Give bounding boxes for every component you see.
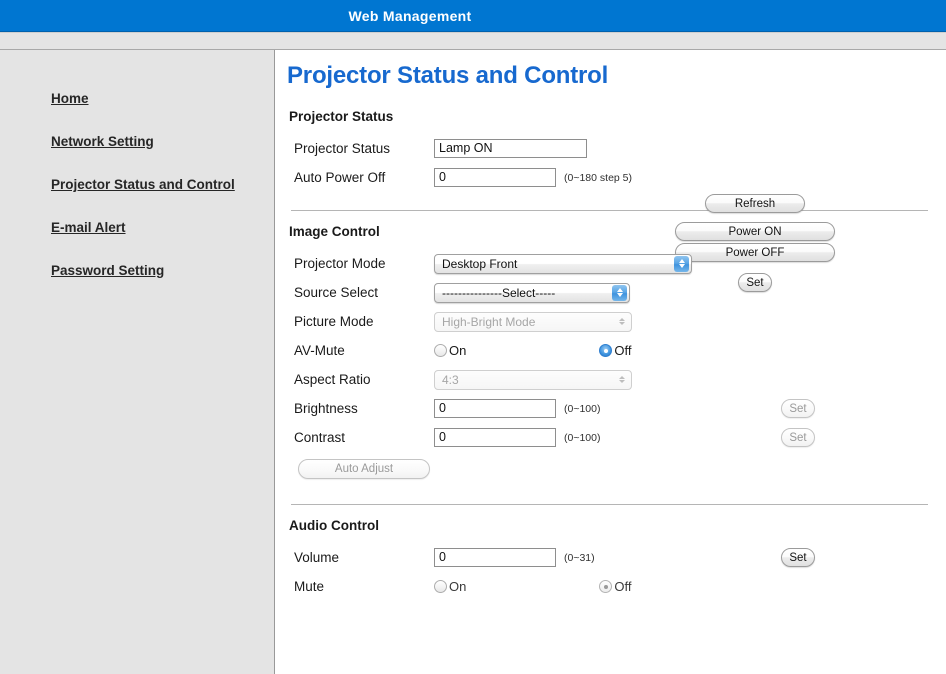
audio-control-section: Audio Control Volume (0~31) Set Mute	[289, 486, 930, 601]
av-mute-radio-on[interactable]: On	[434, 343, 466, 358]
app-title: Web Management	[348, 7, 472, 24]
auto-power-off-label: Auto Power Off	[294, 170, 386, 185]
chevron-updown-icon	[674, 255, 689, 272]
volume-row: Volume (0~31) Set	[289, 543, 930, 572]
projector-status-label: Projector Status	[294, 141, 391, 156]
source-select-row: Source Select ---------------Select-----	[289, 278, 930, 307]
projector-status-row: Projector Status	[289, 134, 930, 163]
chevron-updown-icon	[614, 372, 629, 388]
volume-label: Volume	[294, 550, 340, 565]
brightness-label: Brightness	[294, 401, 358, 416]
source-select-value: ---------------Select-----	[442, 285, 556, 300]
av-mute-on-label: On	[449, 343, 467, 358]
header-spacer-bar	[0, 32, 946, 50]
contrast-hint: (0~100)	[564, 431, 601, 444]
mute-radio-on[interactable]: On	[434, 579, 466, 594]
brightness-input[interactable]	[434, 399, 556, 418]
page-title: Projector Status and Control	[287, 62, 609, 89]
contrast-row: Contrast (0~100) Set	[289, 423, 930, 452]
volume-set-wrap: Set	[781, 548, 815, 567]
av-mute-row: AV-Mute On Off	[289, 336, 930, 365]
sidebar-item-home[interactable]: Home	[0, 90, 274, 107]
refresh-button[interactable]: Refresh	[705, 194, 805, 213]
av-mute-label: AV-Mute	[294, 343, 345, 358]
picture-mode-select: High-Bright Mode	[434, 311, 632, 332]
mute-row: Mute On Off	[289, 572, 930, 601]
aspect-ratio-select: 4:3	[434, 369, 632, 390]
mute-radio-off[interactable]: Off	[599, 579, 631, 594]
auto-adjust-row: Auto Adjust	[289, 452, 930, 486]
auto-power-off-hint: (0~180 step 5)	[564, 171, 633, 184]
picture-mode-value: High-Bright Mode	[442, 314, 536, 329]
volume-input[interactable]	[434, 548, 556, 567]
contrast-set-wrap: Set	[781, 428, 815, 447]
contrast-input[interactable]	[434, 428, 556, 447]
sidebar-item-password-setting[interactable]: Password Setting	[0, 262, 274, 279]
audio-control-heading: Audio Control	[289, 518, 379, 533]
chevron-updown-icon	[612, 284, 627, 301]
source-select-label: Source Select	[294, 285, 379, 300]
projector-status-value-input[interactable]	[434, 139, 587, 158]
sidebar: Home Network Setting Projector Status an…	[0, 50, 275, 674]
picture-mode-row: Picture Mode High-Bright Mode	[289, 307, 930, 336]
auto-adjust-button: Auto Adjust	[298, 459, 430, 479]
app-header: Web Management	[0, 0, 946, 32]
mute-on-label: On	[449, 579, 467, 594]
sidebar-item-email-alert[interactable]: E-mail Alert	[0, 219, 274, 236]
aspect-ratio-value: 4:3	[442, 372, 459, 387]
contrast-label: Contrast	[294, 430, 346, 445]
radio-selected-icon	[599, 580, 613, 593]
picture-mode-label: Picture Mode	[294, 314, 374, 329]
projector-mode-value: Desktop Front	[442, 256, 518, 271]
projector-mode-select[interactable]: Desktop Front	[434, 253, 692, 274]
chevron-updown-icon	[614, 314, 629, 330]
radio-icon	[434, 580, 447, 593]
mute-label: Mute	[294, 579, 325, 594]
brightness-set-wrap: Set	[781, 399, 815, 418]
projector-mode-label: Projector Mode	[294, 256, 386, 271]
page-body: Home Network Setting Projector Status an…	[0, 50, 946, 674]
radio-icon	[434, 344, 447, 357]
av-mute-off-label: Off	[614, 343, 632, 358]
mute-radio-group: On Off	[434, 579, 734, 594]
av-mute-radio-group: On Off	[434, 343, 734, 358]
auto-power-off-input[interactable]	[434, 168, 556, 187]
projector-mode-row: Projector Mode Desktop Front	[289, 249, 930, 278]
auto-power-off-row: Auto Power Off (0~180 step 5)	[289, 163, 930, 192]
volume-set-button[interactable]: Set	[781, 548, 815, 567]
brightness-row: Brightness (0~100) Set	[289, 394, 930, 423]
projector-status-section: Projector Status Projector Status Auto P…	[289, 90, 930, 192]
power-on-button[interactable]: Power ON	[675, 222, 835, 241]
brightness-hint: (0~100)	[564, 402, 601, 415]
sidebar-item-network-setting[interactable]: Network Setting	[0, 133, 274, 150]
av-mute-radio-off[interactable]: Off	[599, 343, 631, 358]
brightness-set-button: Set	[781, 399, 815, 418]
radio-selected-icon	[599, 344, 613, 357]
projector-status-heading: Projector Status	[289, 109, 394, 124]
contrast-set-button: Set	[781, 428, 815, 447]
source-select-select[interactable]: ---------------Select-----	[434, 282, 630, 303]
sidebar-item-projector-status-and-control[interactable]: Projector Status and Control	[0, 176, 274, 193]
volume-hint: (0~31)	[564, 551, 595, 564]
mute-off-label: Off	[614, 579, 632, 594]
aspect-ratio-label: Aspect Ratio	[294, 372, 371, 387]
aspect-ratio-row: Aspect Ratio 4:3	[289, 365, 930, 394]
main-content: Projector Status and Control Projector S…	[275, 50, 946, 674]
